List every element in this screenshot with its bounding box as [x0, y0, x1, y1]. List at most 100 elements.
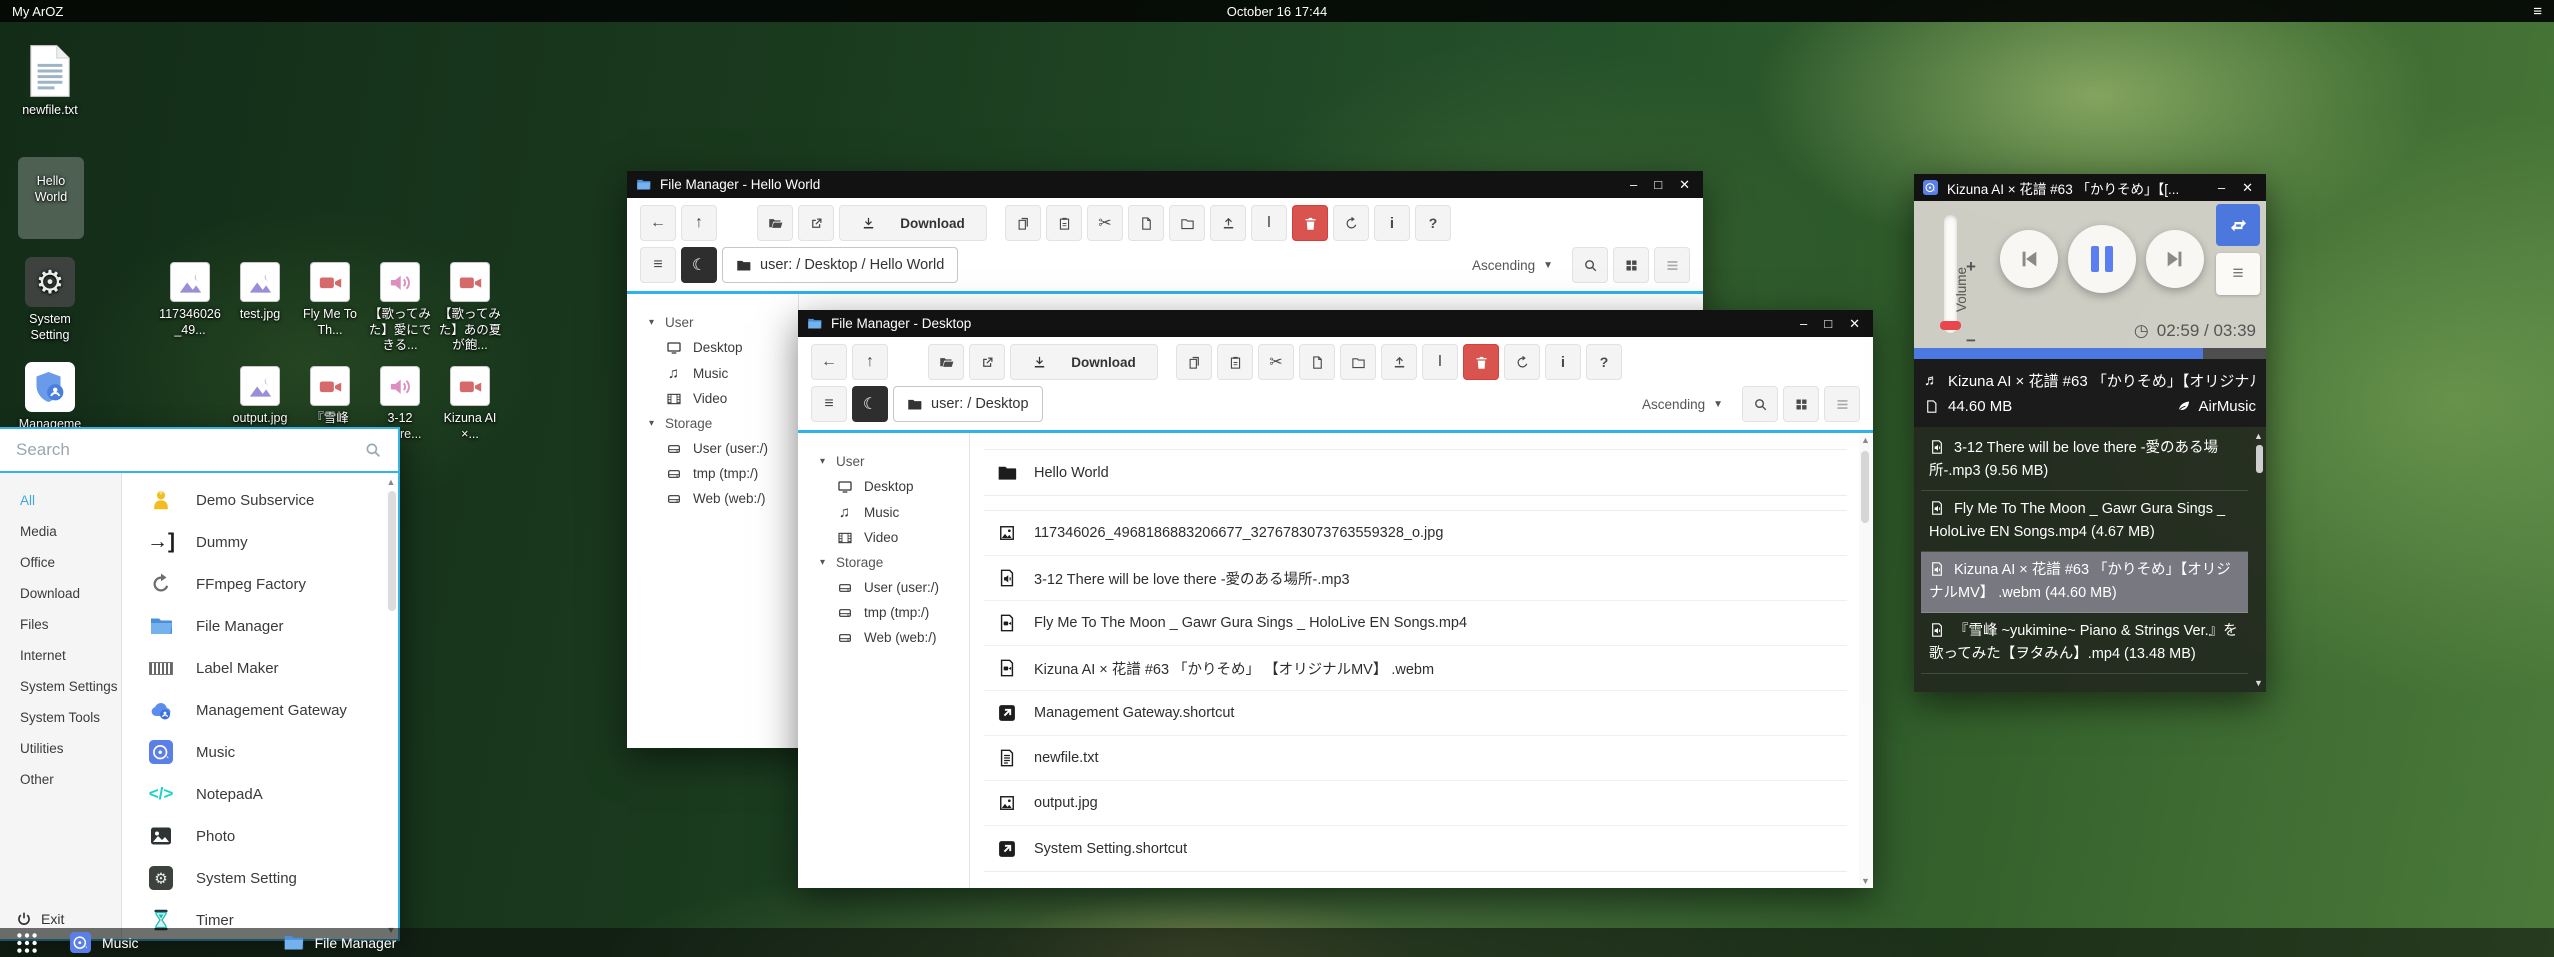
grid-view-button[interactable]: [1613, 247, 1649, 283]
pause-button[interactable]: [2068, 225, 2136, 293]
sidebar-section-user[interactable]: ▾ User: [627, 310, 798, 335]
repeat-button[interactable]: [2216, 204, 2260, 246]
scroll-thumb[interactable]: [2256, 445, 2263, 473]
refresh-button[interactable]: [1333, 205, 1369, 241]
new-file-button[interactable]: [1128, 205, 1164, 241]
back-button[interactable]: ←: [811, 344, 847, 380]
rename-button[interactable]: I: [1251, 205, 1287, 241]
cut-button[interactable]: ✂: [1087, 205, 1123, 241]
upload-button[interactable]: [1210, 205, 1246, 241]
app-grid-icon[interactable]: [14, 930, 40, 956]
taskbar-item-file-manager[interactable]: File Manager: [283, 932, 397, 953]
app-item-label-maker[interactable]: Label Maker: [122, 647, 398, 689]
previous-track-button[interactable]: [2000, 230, 2058, 288]
sidebar-item-web-web[interactable]: Web (web:/): [627, 486, 798, 511]
sidebar-item-user-user[interactable]: User (user:/): [798, 575, 969, 600]
category-other[interactable]: Other: [0, 764, 121, 795]
scroll-thumb[interactable]: [388, 491, 396, 611]
info-button[interactable]: i: [1374, 205, 1410, 241]
playlist-item[interactable]: 『雪峰 ~yukimine~ Piano & Strings Ver.』を歌って…: [1921, 613, 2248, 674]
desktop-file-icon[interactable]: 【歌ってみた】あの夏が飽...: [436, 262, 504, 354]
desktop-icon-management-gateway[interactable]: Management Gateway: [12, 362, 88, 434]
open-button[interactable]: [757, 205, 793, 241]
open-in-new-button[interactable]: [798, 205, 834, 241]
category-all[interactable]: All: [0, 485, 121, 516]
delete-button[interactable]: [1463, 344, 1499, 380]
breadcrumb[interactable]: user: / Desktop / Hello World: [722, 247, 958, 283]
back-button[interactable]: ←: [640, 205, 676, 241]
up-button[interactable]: ↑: [852, 344, 888, 380]
desktop-file-icon[interactable]: Fly Me To Th...: [296, 262, 364, 354]
scroll-thumb[interactable]: [1861, 451, 1869, 523]
taskbar-item-music[interactable]: Music: [70, 932, 139, 953]
dark-mode-button[interactable]: ☾: [852, 386, 888, 422]
sort-dropdown[interactable]: Ascending ▼: [1628, 386, 1737, 422]
category-office[interactable]: Office: [0, 547, 121, 578]
desktop-icon-system-setting[interactable]: ⚙ System Setting: [12, 257, 88, 343]
category-utilities[interactable]: Utilities: [0, 733, 121, 764]
app-item-system-setting[interactable]: ⚙ System Setting: [122, 857, 398, 899]
exit-button[interactable]: Exit: [0, 911, 121, 927]
upload-button[interactable]: [1381, 344, 1417, 380]
category-media[interactable]: Media: [0, 516, 121, 547]
minimize-button[interactable]: –: [1800, 316, 1807, 332]
paste-button[interactable]: [1046, 205, 1082, 241]
sidebar-item-tmp-tmp[interactable]: tmp (tmp:/): [798, 600, 969, 625]
menu-toggle-button[interactable]: ≡: [640, 247, 676, 283]
brand-label[interactable]: My ArOZ: [12, 4, 63, 19]
desktop-file-icon[interactable]: test.jpg: [226, 262, 294, 354]
sidebar-item-user-user[interactable]: User (user:/): [627, 436, 798, 461]
app-item-music[interactable]: Music: [122, 731, 398, 773]
file-row-system-setting-shortcut[interactable]: System Setting.shortcut: [984, 826, 1847, 871]
file-row-management-gateway-shortcut[interactable]: Management Gateway.shortcut: [984, 691, 1847, 736]
sidebar-item-desktop[interactable]: Desktop: [798, 474, 969, 499]
sidebar-item-video[interactable]: Video: [627, 386, 798, 411]
category-system-settings[interactable]: System Settings: [0, 671, 121, 702]
title-bar[interactable]: Kizuna AI × 花譜 #63 「かりそめ」【[... – ✕: [1914, 174, 2266, 201]
desktop-file-icon[interactable]: Kizuna AI ×...: [436, 366, 504, 442]
close-button[interactable]: ✕: [1679, 177, 1690, 193]
delete-button[interactable]: [1292, 205, 1328, 241]
close-button[interactable]: ✕: [2242, 180, 2253, 196]
cut-button[interactable]: ✂: [1258, 344, 1294, 380]
copy-button[interactable]: [1005, 205, 1041, 241]
app-item-management-gateway[interactable]: Management Gateway: [122, 689, 398, 731]
help-button[interactable]: ?: [1586, 344, 1622, 380]
search-button[interactable]: [1742, 386, 1778, 422]
info-button[interactable]: i: [1545, 344, 1581, 380]
next-track-button[interactable]: [2146, 230, 2204, 288]
scroll-up-icon[interactable]: ▲: [2254, 431, 2263, 441]
help-button[interactable]: ?: [1415, 205, 1451, 241]
minimize-button[interactable]: –: [1630, 177, 1637, 193]
search-input[interactable]: [16, 440, 354, 460]
scrollbar[interactable]: ▲ ▼: [1859, 435, 1872, 886]
scroll-up-icon[interactable]: ▲: [387, 477, 396, 487]
open-button[interactable]: [928, 344, 964, 380]
app-item-notepada[interactable]: </> NotepadA: [122, 773, 398, 815]
copy-button[interactable]: [1176, 344, 1212, 380]
file-row-newfile-txt[interactable]: newfile.txt: [984, 736, 1847, 781]
minimize-button[interactable]: –: [2218, 180, 2225, 196]
new-folder-button[interactable]: [1169, 205, 1205, 241]
list-view-button[interactable]: [1824, 386, 1860, 422]
file-row-117346026-4968186883206677-3276783073763[interactable]: 117346026_4968186883206677_3276783073763…: [984, 511, 1847, 556]
category-system-tools[interactable]: System Tools: [0, 702, 121, 733]
scroll-down-icon[interactable]: ▼: [1861, 876, 1870, 886]
sidebar-section-storage[interactable]: ▾ Storage: [798, 550, 969, 575]
open-in-new-button[interactable]: [969, 344, 1005, 380]
breadcrumb[interactable]: user: / Desktop: [893, 386, 1043, 422]
file-row-3-12-there-will-be-love-there-mp3[interactable]: 3-12 There will be love there -愛のある場所-.m…: [984, 556, 1847, 601]
volume-handle[interactable]: [1940, 321, 1961, 330]
playlist-item[interactable]: Kizuna AI × 花譜 #63 「かりそめ」【オリジナルMV】 .webm…: [1921, 552, 2248, 613]
sidebar-item-music[interactable]: ♫ Music: [798, 499, 969, 525]
app-item-file-manager[interactable]: File Manager: [122, 605, 398, 647]
app-item-demo-subservice[interactable]: Demo Subservice: [122, 479, 398, 521]
download-button[interactable]: Download: [839, 205, 987, 241]
file-row-hello-world[interactable]: Hello World: [984, 450, 1847, 495]
grid-view-button[interactable]: [1783, 386, 1819, 422]
paste-button[interactable]: [1217, 344, 1253, 380]
maximize-button[interactable]: □: [1824, 316, 1832, 332]
sidebar-section-storage[interactable]: ▾ Storage: [627, 411, 798, 436]
desktop-file-icon[interactable]: 【歌ってみた】愛にできる...: [366, 262, 434, 354]
playlist-button[interactable]: ≡: [2216, 253, 2260, 295]
